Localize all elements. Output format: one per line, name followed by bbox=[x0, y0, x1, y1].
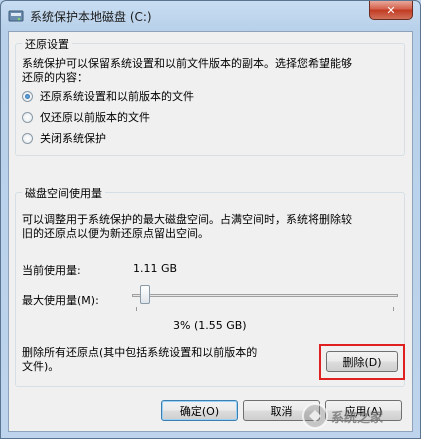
ok-button[interactable]: 确定(O) bbox=[161, 400, 238, 421]
watermark-text: 系统之家 bbox=[331, 410, 384, 426]
dialog-client-area: 还原设置 系统保护可以保留系统设置和以前文件版本的副本。选择您希望能够 还原的内… bbox=[8, 31, 413, 432]
system-protection-icon bbox=[8, 8, 24, 24]
window-title: 系统保护本地磁盘 (C:) bbox=[30, 10, 152, 24]
slider-track[interactable] bbox=[132, 294, 398, 297]
current-usage-value: 1.11 GB bbox=[133, 262, 178, 275]
radio-button-checked[interactable] bbox=[22, 90, 33, 102]
disk-usage-group: 磁盘空间使用量 可以调整用于系统保护的最大磁盘空间。占满空间时，系统将删除较 旧… bbox=[15, 185, 405, 387]
delete-button[interactable]: 删除(D) bbox=[326, 351, 398, 372]
slider-thumb[interactable] bbox=[140, 285, 150, 304]
max-usage-value: 3% (1.55 GB) bbox=[173, 319, 247, 332]
restore-settings-group: 还原设置 系统保护可以保留系统设置和以前文件版本的副本。选择您希望能够 还原的内… bbox=[15, 36, 405, 156]
cancel-button-label: 取消 bbox=[270, 404, 293, 418]
title-bar[interactable]: 系统保护本地磁盘 (C:) ✕ bbox=[1, 1, 420, 31]
radio-button[interactable] bbox=[22, 111, 33, 123]
restore-description-line2: 还原的内容： bbox=[22, 71, 88, 84]
max-usage-label: 最大使用量(M): bbox=[22, 294, 99, 307]
radio-label: 还原系统设置和以前版本的文件 bbox=[40, 90, 194, 103]
radio-turn-off-protection[interactable]: 关闭系统保护 bbox=[22, 130, 106, 146]
restore-settings-title: 还原设置 bbox=[22, 36, 72, 52]
slider-tick-end bbox=[393, 307, 394, 311]
slider-tick-start bbox=[136, 307, 137, 311]
close-icon: ✕ bbox=[386, 3, 396, 17]
current-usage-label: 当前使用量: bbox=[22, 264, 81, 277]
dialog-window: 系统保护本地磁盘 (C:) ✕ 还原设置 系统保护可以保留系统设置和以前文件版本… bbox=[0, 0, 421, 439]
disk-description-line2: 旧的还原点以便为新还原点留出空间。 bbox=[22, 227, 209, 240]
radio-restore-settings-and-files[interactable]: 还原系统设置和以前版本的文件 bbox=[22, 88, 194, 104]
radio-restore-files-only[interactable]: 仅还原以前版本的文件 bbox=[22, 109, 150, 125]
close-button[interactable]: ✕ bbox=[369, 1, 413, 20]
watermark-logo-icon bbox=[302, 403, 328, 429]
radio-label: 关闭系统保护 bbox=[40, 132, 106, 145]
disk-usage-title: 磁盘空间使用量 bbox=[22, 185, 105, 201]
max-usage-slider[interactable] bbox=[132, 285, 398, 313]
radio-label: 仅还原以前版本的文件 bbox=[40, 111, 150, 124]
watermark: 系统之家 bbox=[301, 396, 421, 436]
radio-button[interactable] bbox=[22, 132, 33, 144]
delete-description-line2: 文件)。 bbox=[22, 360, 60, 373]
